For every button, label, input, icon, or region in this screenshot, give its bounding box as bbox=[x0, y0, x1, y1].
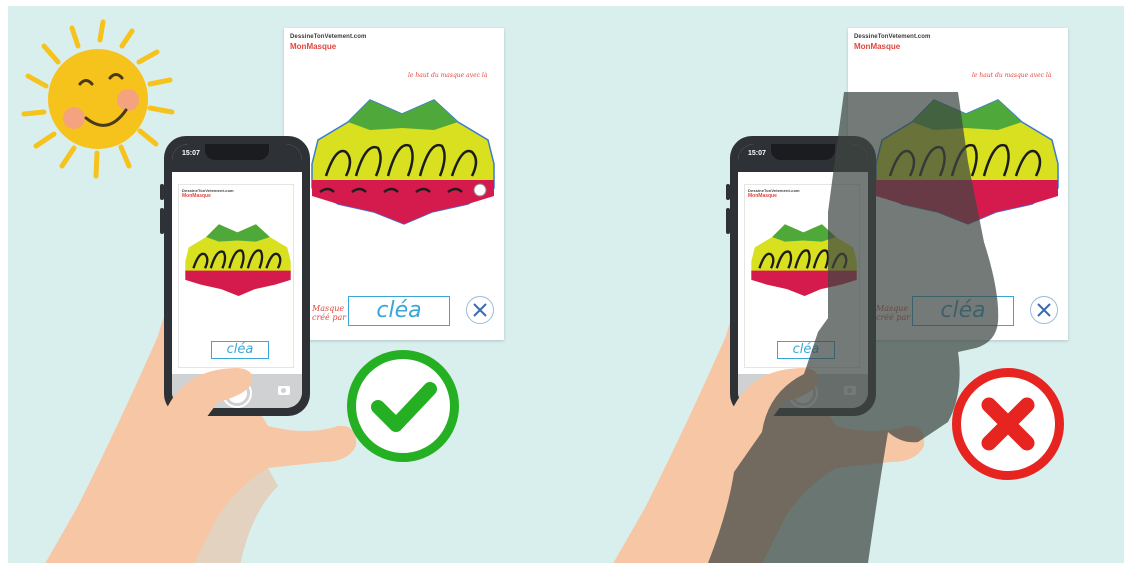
phone-time: 15:07 bbox=[182, 150, 200, 157]
mask-preview bbox=[185, 224, 291, 297]
brand-logo-badge bbox=[466, 296, 494, 324]
sheet-brand: DessineTonVetement.com bbox=[290, 34, 367, 40]
camera-switch-icon[interactable] bbox=[278, 386, 290, 395]
thumb-left bbox=[158, 368, 253, 442]
error-badge bbox=[952, 368, 1064, 480]
sheet-title: MonMasque bbox=[290, 42, 337, 51]
scissors-icon bbox=[473, 303, 487, 317]
sun-icon bbox=[21, 19, 175, 179]
mask-drawing bbox=[311, 99, 495, 225]
cross-icon bbox=[981, 397, 1035, 451]
check-icon bbox=[371, 382, 437, 432]
illustration-stage: DessineTonVetement.com MonMasque le haut… bbox=[8, 6, 1124, 563]
cast-shadow bbox=[708, 92, 999, 563]
success-badge bbox=[347, 350, 459, 462]
sheet-note: le haut du masque avec là bbox=[408, 72, 488, 79]
scissors-icon bbox=[1037, 303, 1051, 317]
